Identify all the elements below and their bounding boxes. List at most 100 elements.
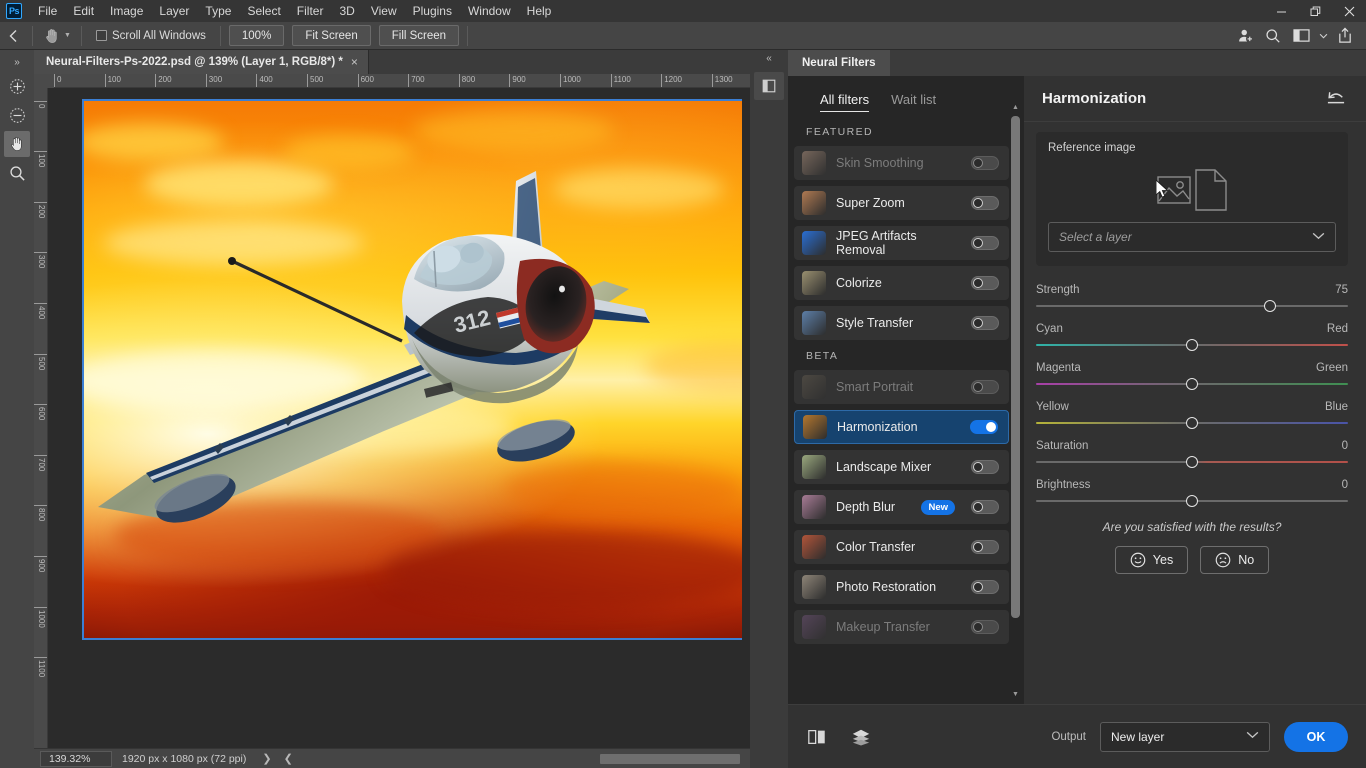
filter-toggle[interactable] [971,380,999,394]
feedback-yes-button[interactable]: Yes [1114,546,1189,574]
filter-toggle[interactable] [971,540,999,554]
scroll-all-windows-checkbox[interactable]: Scroll All Windows [86,30,216,42]
minimize-icon[interactable] [1264,0,1298,22]
filter-list[interactable]: Featured Skin Smoothing Super Zoom JPEG Art… [788,122,1023,704]
filter-toggle[interactable] [971,316,999,330]
document-tab[interactable]: Neural-Filters-Ps-2022.psd @ 139% (Layer… [34,50,369,74]
filter-item-skin-smoothing[interactable]: Skin Smoothing [794,146,1009,180]
status-expand-icon[interactable]: ❯ [256,752,277,765]
split-preview-icon[interactable] [802,722,832,752]
horizontal-scrollbar[interactable] [600,753,740,764]
close-icon[interactable] [1332,0,1366,22]
menu-window[interactable]: Window [460,1,519,21]
close-icon[interactable]: × [351,55,358,69]
tab-all-filters[interactable]: All filters [820,92,870,112]
filter-item-photo-restoration[interactable]: Photo Restoration [794,570,1009,604]
menu-type[interactable]: Type [197,1,239,21]
filter-toggle[interactable] [971,500,999,514]
zoom-in-tool[interactable] [4,73,30,99]
menu-help[interactable]: Help [519,1,560,21]
filter-toggle[interactable] [971,580,999,594]
chevron-down-icon[interactable] [1316,24,1330,48]
filter-toggle[interactable] [971,156,999,170]
restore-icon[interactable] [1298,0,1332,22]
filter-toggle[interactable] [971,236,999,250]
canvas-image[interactable]: 312 [82,99,742,640]
slider-strength[interactable]: Strength 75 [1036,284,1348,312]
slider-handle[interactable] [1186,456,1198,468]
magnifier-tool[interactable] [4,160,30,186]
filter-item-style-transfer[interactable]: Style Transfer [794,306,1009,340]
dock-collapse-icon[interactable]: « [750,50,788,66]
filter-list-scrollbar[interactable]: ▲ ▼ [1011,104,1020,698]
filter-item-colorize[interactable]: Colorize [794,266,1009,300]
menu-layer[interactable]: Layer [151,1,197,21]
filter-item-color-transfer[interactable]: Color Transfer [794,530,1009,564]
menu-plugins[interactable]: Plugins [405,1,460,21]
slider-cyan-red[interactable]: Cyan Red [1036,323,1348,351]
zoom-level-field[interactable]: 139.32% [40,750,112,767]
slider-magenta-green[interactable]: Magenta Green [1036,362,1348,390]
filter-item-makeup-transfer[interactable]: Makeup Transfer [794,610,1009,644]
output-dropdown[interactable]: New layer [1100,721,1270,752]
tab-wait-list[interactable]: Wait list [891,92,936,112]
filter-toggle[interactable] [971,620,999,634]
slider-track[interactable] [1036,378,1348,390]
slider-track[interactable] [1036,339,1348,351]
filter-item-harmonization[interactable]: Harmonization [794,410,1009,444]
canvas-viewport[interactable]: 312 [48,88,742,748]
status-scroll-left-icon[interactable]: ❮ [278,752,299,765]
filter-toggle[interactable] [970,420,998,434]
slider-handle[interactable] [1186,339,1198,351]
fit-screen-button[interactable]: Fit Screen [292,25,371,46]
scroll-down-icon[interactable]: ▼ [1011,691,1020,698]
layers-icon[interactable] [846,722,876,752]
slider-handle[interactable] [1186,495,1198,507]
filter-toggle[interactable] [971,196,999,210]
slider-track[interactable] [1036,417,1348,429]
menu-edit[interactable]: Edit [65,1,102,21]
panel-preset-icon[interactable] [754,72,784,100]
menu-file[interactable]: File [30,1,65,21]
feedback-no-button[interactable]: No [1200,546,1270,574]
fill-screen-button[interactable]: Fill Screen [378,25,460,46]
scroll-up-icon[interactable]: ▲ [1011,104,1020,111]
toolstrip-collapse-icon[interactable]: » [0,54,34,70]
filter-toggle[interactable] [971,460,999,474]
filter-item-smart-portrait[interactable]: Smart Portrait [794,370,1009,404]
slider-brightness[interactable]: Brightness 0 [1036,479,1348,507]
slider-track[interactable] [1036,495,1348,507]
menu-3d[interactable]: 3D [331,1,362,21]
slider-track[interactable] [1036,300,1348,312]
slider-yellow-blue[interactable]: Yellow Blue [1036,401,1348,429]
layer-select-dropdown[interactable]: Select a layer [1048,222,1336,252]
filter-item-super-zoom[interactable]: Super Zoom [794,186,1009,220]
reset-icon[interactable] [1326,90,1346,108]
workspace-icon[interactable] [1288,24,1314,48]
search-icon[interactable] [1260,24,1286,48]
back-button[interactable] [0,22,28,50]
filter-toggle[interactable] [971,276,999,290]
filter-item-jpeg-artifacts-removal[interactable]: JPEG Artifacts Removal [794,226,1009,260]
slider-handle[interactable] [1186,417,1198,429]
scrollbar-thumb[interactable] [1011,116,1020,618]
ok-button[interactable]: OK [1284,721,1348,752]
zoom-out-tool[interactable] [4,102,30,128]
filter-item-landscape-mixer[interactable]: Landscape Mixer [794,450,1009,484]
zoom-100-button[interactable]: 100% [228,25,285,46]
hand-tool[interactable] [4,131,30,157]
share-icon[interactable] [1332,24,1358,48]
menu-filter[interactable]: Filter [289,1,332,21]
slider-handle[interactable] [1186,378,1198,390]
slider-handle[interactable] [1264,300,1276,312]
tab-neural-filters[interactable]: Neural Filters [788,50,890,76]
menu-select[interactable]: Select [239,1,288,21]
add-user-icon[interactable] [1232,24,1258,48]
reference-image-placeholder[interactable] [1048,158,1336,222]
filter-item-depth-blur[interactable]: Depth Blur New [794,490,1009,524]
menu-view[interactable]: View [363,1,405,21]
menu-image[interactable]: Image [102,1,151,21]
slider-track[interactable] [1036,456,1348,468]
slider-saturation[interactable]: Saturation 0 [1036,440,1348,468]
current-tool-hand-icon[interactable]: ▼ [37,25,77,47]
